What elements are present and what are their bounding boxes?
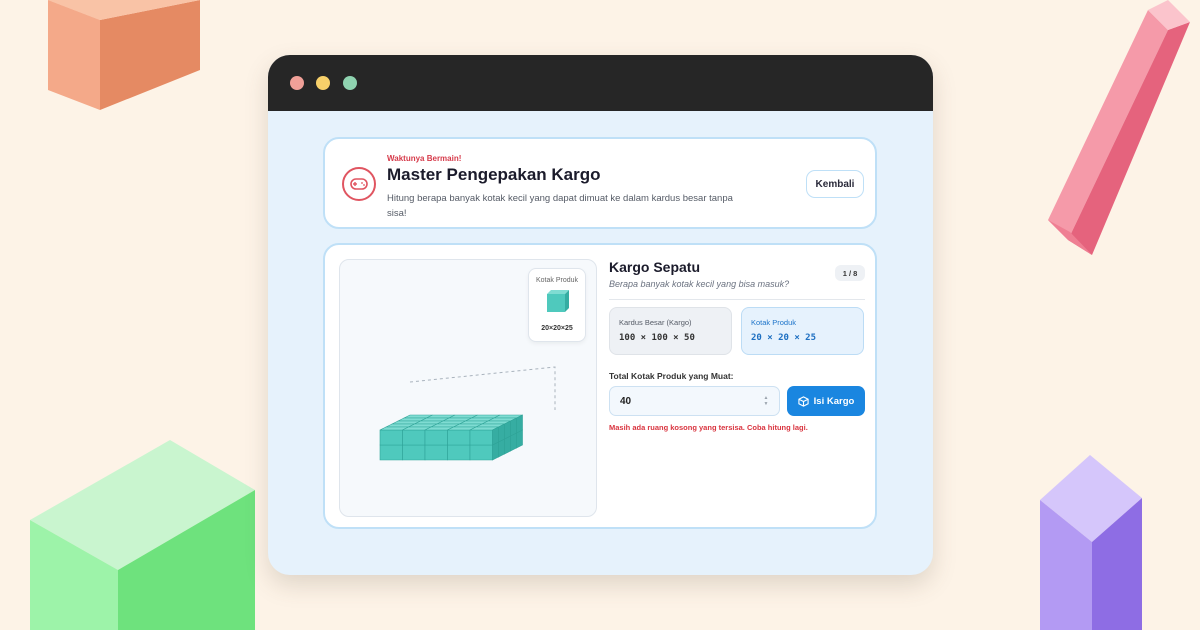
big-box-label: Kardus Besar (Kargo) — [619, 318, 692, 327]
decorative-orange-block — [48, 0, 200, 110]
cargo-cube-face — [447, 429, 471, 446]
spinner-up-icon[interactable]: ▲ — [764, 395, 769, 401]
cargo-cube-face — [402, 444, 426, 461]
fill-cargo-label: Isi Kargo — [813, 395, 855, 407]
level-question: Berapa banyak kotak kecil yang bisa masu… — [609, 279, 790, 289]
cargo-cube-face — [469, 444, 493, 461]
cargo-cube-face — [402, 429, 426, 446]
gamepad-icon — [342, 167, 376, 201]
preview-dimensions: 20×20×25 — [541, 325, 573, 332]
back-button[interactable]: Kembali — [806, 170, 864, 198]
big-box-dimensions-card: Kardus Besar (Kargo) 100 × 100 × 50 — [609, 307, 732, 355]
cargo-cube-face — [379, 444, 403, 461]
cargo-visualization: Kotak Produk 20×20×25 — [339, 259, 597, 517]
fill-cargo-button[interactable]: Isi Kargo — [787, 386, 865, 416]
window-maximize-dot[interactable] — [343, 76, 357, 90]
feedback-message: Masih ada ruang kosong yang tersisa. Cob… — [609, 423, 808, 432]
answer-input-label: Total Kotak Produk yang Muat: — [609, 371, 734, 381]
number-spinner[interactable]: ▲ ▼ — [761, 395, 771, 407]
cargo-cube-face — [498, 423, 505, 443]
answer-value[interactable]: 40 — [620, 396, 761, 407]
game-card: Kotak Produk 20×20×25 Kargo Sepatu Berap… — [323, 243, 877, 529]
cargo-cube-face — [379, 429, 403, 446]
cargo-cube-face — [469, 429, 493, 446]
box-icon — [798, 395, 809, 407]
cargo-cube-face — [510, 417, 517, 437]
page-description: Hitung berapa banyak kotak kecil yang da… — [387, 193, 733, 219]
product-preview-card: Kotak Produk 20×20×25 — [528, 268, 586, 342]
cargo-cube-face — [516, 414, 523, 434]
cargo-cube-face — [424, 429, 448, 446]
page-title: Master Pengepakan Kargo — [387, 165, 601, 184]
window-close-dot[interactable] — [290, 76, 304, 90]
product-box-label: Kotak Produk — [751, 318, 797, 327]
decorative-green-block — [30, 440, 255, 630]
decorative-purple-block — [1040, 455, 1142, 630]
level-progress-badge: 1 / 8 — [835, 265, 865, 281]
product-box-dimensions-card: Kotak Produk 20 × 20 × 25 — [741, 307, 864, 355]
spinner-down-icon[interactable]: ▼ — [764, 401, 769, 407]
level-title: Kargo Sepatu — [609, 259, 701, 275]
window-minimize-dot[interactable] — [316, 76, 330, 90]
product-cube-icon — [547, 290, 569, 312]
eyebrow-text: Waktunya Bermain! — [387, 154, 462, 163]
big-box-dims: 100 × 100 × 50 — [619, 333, 695, 343]
cargo-cube-face — [492, 426, 499, 446]
cargo-cube-face — [424, 444, 448, 461]
cargo-container-outline — [409, 366, 556, 410]
product-box-dims: 20 × 20 × 25 — [751, 333, 817, 343]
cargo-cube-face — [504, 420, 511, 440]
game-header-card: Waktunya Bermain! Master Pengepakan Karg… — [323, 137, 877, 229]
decorative-pink-block — [1048, 0, 1190, 255]
window-titlebar — [268, 55, 933, 111]
answer-number-input[interactable]: 40 ▲ ▼ — [609, 386, 780, 416]
preview-label: Kotak Produk — [535, 277, 579, 284]
cargo-cube-face — [447, 444, 471, 461]
divider — [609, 299, 865, 300]
